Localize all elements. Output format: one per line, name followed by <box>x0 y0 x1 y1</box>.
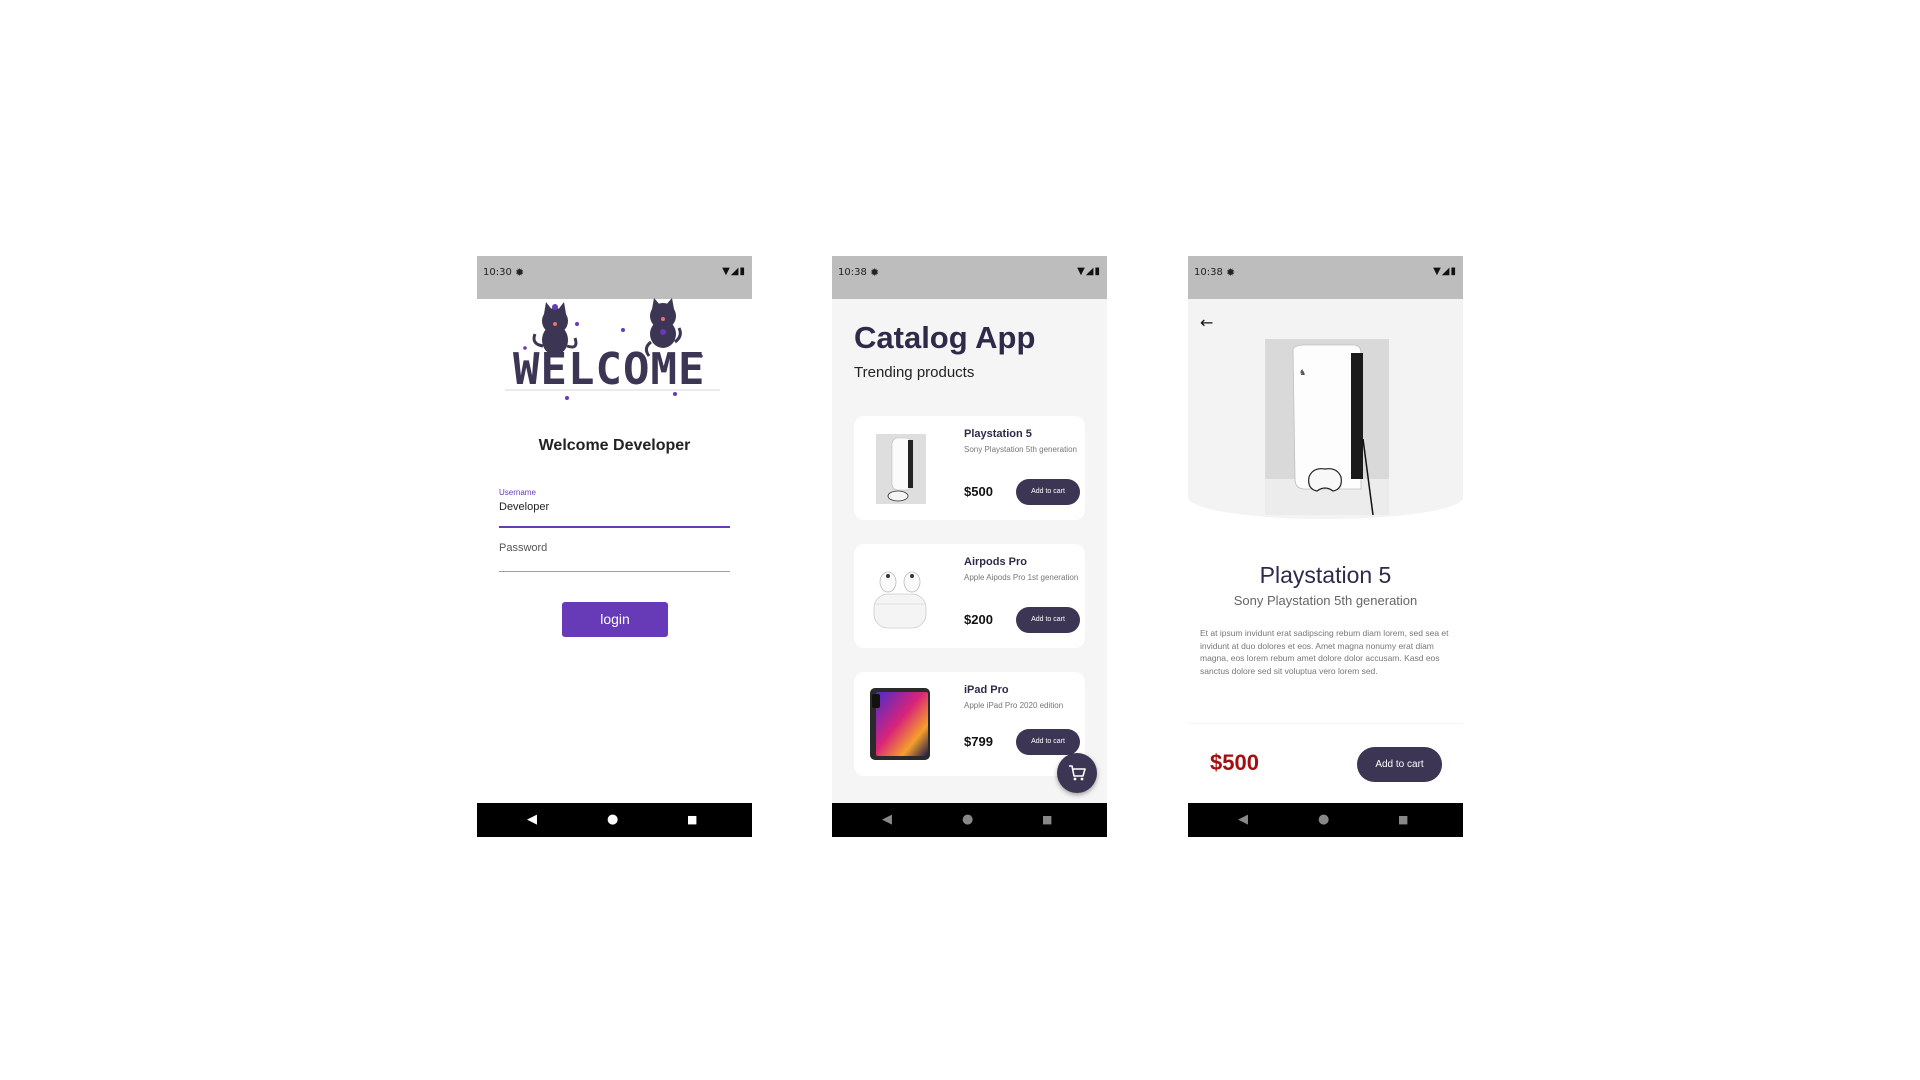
product-detail-screen: 10:38 ✹ ▼◢▮ ← ♞ Playstation 5 Sony Plays… <box>1188 256 1463 837</box>
playstation-logo-icon: ♞ <box>1299 368 1306 377</box>
page-title: Welcome Developer <box>538 437 691 454</box>
back-arrow-icon[interactable]: ← <box>1200 313 1213 332</box>
password-field[interactable]: Password <box>499 528 730 572</box>
gear-icon: ✹ <box>515 266 525 279</box>
nav-back-icon[interactable]: ◀ <box>882 812 892 828</box>
playstation-image: ♞ <box>1265 339 1389 515</box>
nav-home-icon[interactable]: ● <box>962 812 973 828</box>
wifi-signal-battery-icons: ▼◢▮ <box>722 266 746 277</box>
product-description: Apple Aipods Pro 1st generation <box>964 573 1079 582</box>
username-input[interactable]: Developer <box>499 501 549 513</box>
product-name: Airpods Pro <box>964 556 1027 568</box>
nav-back-icon[interactable]: ◀ <box>1238 812 1248 828</box>
status-time: 10:30 <box>483 267 512 278</box>
product-name: Playstation 5 <box>1259 562 1392 588</box>
username-label: Username <box>499 488 536 497</box>
add-to-cart-button[interactable]: Add to cart <box>1016 729 1080 755</box>
product-card[interactable]: Airpods Pro Apple Aipods Pro 1st generat… <box>854 544 1085 648</box>
add-to-cart-button[interactable]: Add to cart <box>1357 747 1442 782</box>
cart-icon <box>1069 765 1086 781</box>
wifi-signal-battery-icons: ▼◢▮ <box>1077 266 1101 277</box>
status-bar: 10:38 ✹ ▼◢▮ <box>832 256 1107 299</box>
page-subtitle: Trending products <box>854 364 975 381</box>
product-price: $500 <box>964 484 993 499</box>
stage: 10:30 ✹ ▼◢▮ WELCOME Welcome Developer Us… <box>0 0 1920 1080</box>
wifi-signal-battery-icons: ▼◢▮ <box>1433 266 1457 277</box>
login-screen: 10:30 ✹ ▼◢▮ WELCOME Welcome Developer Us… <box>477 256 752 837</box>
catalog-screen: 10:38 ✹ ▼◢▮ Catalog App Trending product… <box>832 256 1107 837</box>
cart-fab-button[interactable] <box>1057 753 1097 793</box>
product-description: Et at ipsum invidunt erat sadipscing reb… <box>1200 628 1449 676</box>
product-description: Apple iPad Pro 2020 edition <box>964 701 1064 710</box>
product-price: $200 <box>964 612 993 627</box>
page-title: Catalog App <box>854 320 1036 355</box>
product-price: $799 <box>964 734 993 749</box>
product-card[interactable]: iPad Pro Apple iPad Pro 2020 edition $79… <box>854 672 1085 776</box>
welcome-art-text: WELCOME <box>513 344 705 395</box>
airpods-image <box>873 571 927 629</box>
ipad-image <box>870 688 930 760</box>
nav-recent-icon[interactable]: ■ <box>1398 812 1408 828</box>
add-to-cart-button[interactable]: Add to cart <box>1016 607 1080 633</box>
username-field[interactable]: Username Developer <box>499 488 730 528</box>
nav-home-icon[interactable]: ● <box>1318 812 1329 828</box>
system-nav-bar: ◀ ● ■ <box>832 803 1107 837</box>
nav-recent-icon[interactable]: ■ <box>687 812 697 828</box>
nav-home-icon[interactable]: ● <box>607 812 618 828</box>
product-subtitle: Sony Playstation 5th generation <box>1233 593 1418 608</box>
system-nav-bar: ◀ ● ■ <box>477 803 752 837</box>
welcome-illustration: WELCOME <box>505 298 720 400</box>
playstation-image <box>876 434 926 504</box>
add-to-cart-button[interactable]: Add to cart <box>1016 479 1080 505</box>
password-input[interactable]: Password <box>499 542 547 554</box>
product-description: Sony Playstation 5th generation <box>964 445 1077 454</box>
product-card[interactable]: Playstation 5 Sony Playstation 5th gener… <box>854 416 1085 520</box>
system-nav-bar: ◀ ● ■ <box>1188 803 1463 837</box>
nav-back-icon[interactable]: ◀ <box>527 812 537 828</box>
status-time: 10:38 <box>1194 267 1223 278</box>
status-time: 10:38 <box>838 267 867 278</box>
status-bar: 10:38 ✹ ▼◢▮ <box>1188 256 1463 299</box>
product-price: $500 <box>1210 750 1259 775</box>
login-button[interactable]: login <box>562 602 668 637</box>
gear-icon: ✹ <box>870 266 880 279</box>
nav-recent-icon[interactable]: ■ <box>1042 812 1052 828</box>
gear-icon: ✹ <box>1226 266 1236 279</box>
product-name: iPad Pro <box>964 684 1009 696</box>
product-name: Playstation 5 <box>964 428 1032 440</box>
